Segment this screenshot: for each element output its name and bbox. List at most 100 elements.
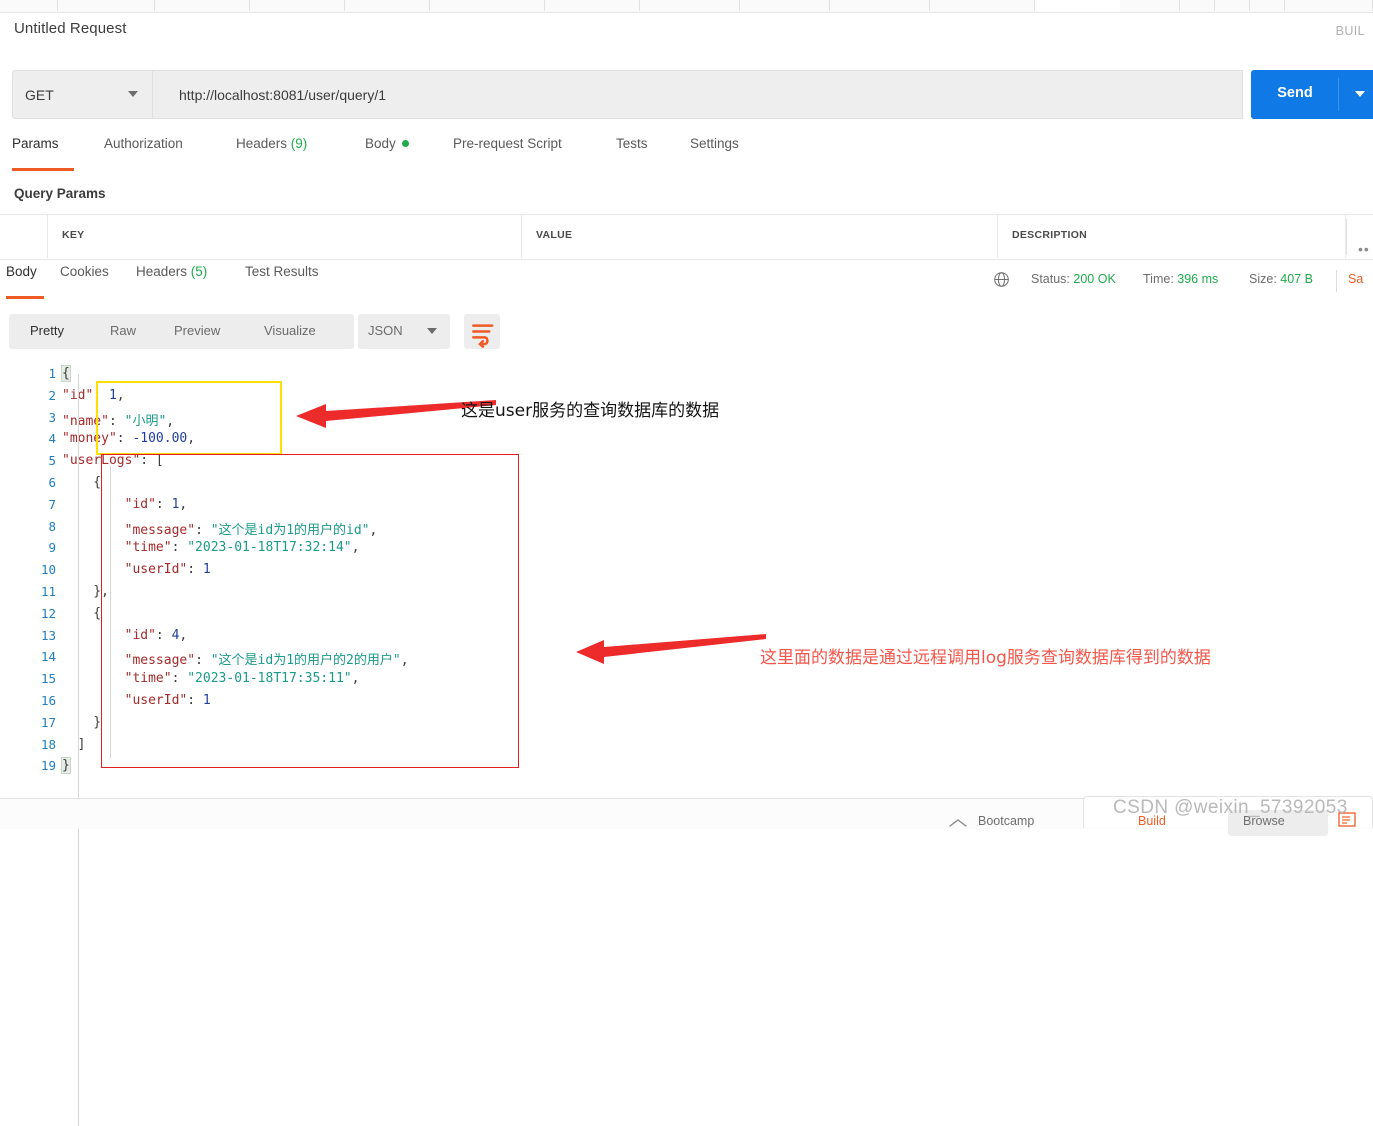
url-text: http://localhost:8081/user/query/1 [179, 87, 387, 103]
line-number: 16 [40, 693, 56, 708]
browser-tab[interactable] [1120, 0, 1180, 11]
browser-tab[interactable] [430, 0, 545, 11]
browser-tab[interactable] [640, 0, 740, 11]
send-button[interactable]: Send [1251, 70, 1339, 119]
format-label: JSON [368, 323, 403, 338]
request-title[interactable]: Untitled Request [14, 20, 127, 37]
browser-tab[interactable] [155, 0, 250, 11]
code-token: } [62, 714, 102, 730]
send-divider [1338, 78, 1339, 111]
browser-tab[interactable] [1250, 0, 1285, 11]
browser-tab[interactable] [1180, 0, 1215, 11]
tab-strip-gap [1035, 0, 1120, 12]
tab-label: Pre-request Script [453, 136, 562, 151]
view-preview[interactable]: Preview [174, 323, 220, 338]
line-number: 11 [40, 584, 56, 599]
browser-tab[interactable] [545, 0, 640, 11]
time-label: Time: [1143, 272, 1174, 286]
line-number: 10 [40, 562, 56, 578]
table-column-key[interactable]: KEY [48, 215, 522, 258]
annotation-arrow-log-service [576, 634, 766, 664]
browser-tab[interactable] [1285, 0, 1373, 11]
view-visualize[interactable]: Visualize [264, 323, 316, 338]
tab-params[interactable]: Params [12, 136, 59, 151]
tab-settings[interactable]: Settings [690, 136, 739, 151]
table-column-description[interactable]: DESCRIPTION [998, 215, 1346, 258]
build-label: BUIL [1335, 24, 1365, 38]
code-token: ] [62, 736, 86, 752]
http-method-selector[interactable]: GET [12, 70, 152, 119]
code-line: } [62, 715, 101, 730]
url-row: GET http://localhost:8081/user/query/1 S… [12, 70, 1373, 119]
word-wrap-icon [472, 324, 494, 348]
table-overflow-menu-icon[interactable]: •• [1358, 241, 1370, 257]
browser-tab-strip [0, 0, 1373, 13]
tab-label: Headers [236, 136, 288, 151]
bootcamp-label[interactable]: Bootcamp [978, 814, 1034, 828]
csdn-watermark: CSDN @weixin_57392053 [1113, 797, 1348, 818]
word-wrap-button[interactable] [464, 314, 500, 349]
body-modified-dot-icon [401, 140, 409, 148]
view-raw[interactable]: Raw [110, 323, 136, 338]
tab-response-body[interactable]: Body [6, 264, 37, 279]
query-params-table: KEY VALUE DESCRIPTION •• [0, 214, 1373, 260]
tab-label: Body [365, 136, 396, 151]
line-number: 7 [48, 496, 56, 512]
browser-tab[interactable] [0, 0, 58, 11]
code-token: } [61, 757, 71, 775]
tab-headers[interactable]: Headers (9) [236, 136, 307, 151]
headers-count: (9) [290, 136, 308, 151]
tab-test-results[interactable]: Test Results [245, 264, 319, 279]
table-column-value[interactable]: VALUE [522, 215, 998, 258]
column-header-description: DESCRIPTION [1012, 229, 1088, 241]
browser-tab[interactable] [930, 0, 1035, 11]
tab-body[interactable]: Body [365, 136, 409, 151]
line-number: 2 [48, 387, 56, 403]
time-value: 396 ms [1177, 272, 1219, 286]
active-tab-underline [12, 168, 74, 171]
browser-tab[interactable] [58, 0, 155, 11]
response-headers-count: (5) [190, 264, 208, 279]
tab-label: Headers [136, 264, 188, 279]
table-checkbox-column [0, 215, 48, 258]
line-number: 6 [48, 475, 56, 490]
code-line: { [62, 606, 101, 621]
tab-label: Tests [616, 136, 648, 151]
browser-tab[interactable] [345, 0, 430, 11]
code-token: { [62, 475, 102, 490]
annotation-text-log-service: 这里面的数据是通过远程调用log服务查询数据库得到的数据 [760, 648, 1211, 668]
tab-pre-request-script[interactable]: Pre-request Script [453, 136, 562, 151]
response-format-selector[interactable]: JSON [358, 314, 450, 349]
response-meta-divider [1336, 270, 1337, 292]
response-view-switcher: Pretty Raw Preview Visualize [9, 314, 354, 349]
annotation-box-user-fields [96, 381, 282, 455]
send-options-button[interactable] [1339, 70, 1373, 119]
response-time: Time: 396 ms [1143, 272, 1218, 286]
tab-label: Test Results [245, 264, 319, 279]
chevron-down-icon [1355, 91, 1365, 97]
tab-label: Params [12, 136, 59, 151]
line-number: 8 [48, 518, 56, 534]
url-input[interactable]: http://localhost:8081/user/query/1 [152, 70, 1243, 119]
code-line: { [62, 475, 101, 490]
browser-tab[interactable] [830, 0, 930, 11]
status-value: 200 OK [1073, 272, 1116, 286]
tab-tests[interactable]: Tests [616, 136, 648, 151]
save-response-link[interactable]: Sa [1348, 272, 1373, 286]
view-pretty[interactable]: Pretty [30, 323, 64, 338]
line-number: 14 [40, 649, 56, 665]
tab-response-cookies[interactable]: Cookies [60, 264, 109, 279]
tab-label: Body [6, 264, 37, 279]
active-response-tab-underline [6, 296, 44, 299]
tab-response-headers[interactable]: Headers (5) [136, 264, 207, 279]
status-label: Status: [1031, 272, 1070, 286]
browser-tab[interactable] [250, 0, 345, 11]
code-line: { [61, 365, 71, 382]
line-number: 3 [48, 409, 56, 425]
browser-tab[interactable] [740, 0, 830, 11]
line-number: 15 [40, 671, 56, 687]
fold-guide [78, 374, 79, 1126]
browser-tab[interactable] [1215, 0, 1250, 11]
annotation-text-user-service: 这是user服务的查询数据库的数据 [461, 401, 720, 421]
tab-authorization[interactable]: Authorization [104, 136, 183, 151]
